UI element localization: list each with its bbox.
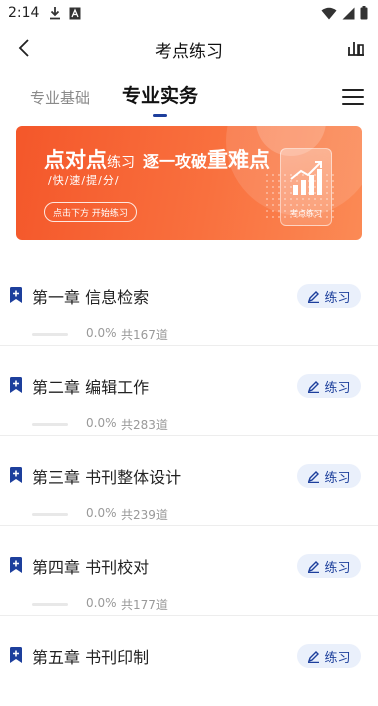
pencil-icon: [308, 650, 320, 663]
progress-percent: 0.0%: [86, 596, 117, 610]
progress-bar: [32, 603, 68, 606]
pencil-icon: [308, 470, 320, 483]
status-time: 2:14: [8, 5, 40, 21]
pencil-icon: [308, 560, 320, 573]
menu-icon: [342, 89, 364, 91]
promo-banner[interactable]: 点对点练习 逐一攻破重难点 /快/速/提/分/ 点击下方 开始练习 考点练习: [16, 126, 362, 240]
practice-button[interactable]: 练习: [297, 554, 361, 578]
question-count: 共177道: [121, 598, 168, 612]
progress-bar: [32, 423, 68, 426]
chapter-title: 第五章 书刊印制: [32, 648, 150, 667]
pencil-icon: [308, 380, 320, 393]
practice-button[interactable]: 练习: [297, 284, 361, 308]
practice-label: 练习: [324, 380, 351, 396]
bookmark-plus-icon: [10, 287, 22, 303]
tab-professional-practice[interactable]: 专业实务: [122, 81, 198, 117]
list-item[interactable]: 第三章 书刊整体设计 0.0% 共239道 练习: [0, 436, 378, 526]
progress-percent: 0.0%: [86, 416, 117, 430]
download-icon: [50, 7, 61, 20]
banner-card: 考点练习: [280, 148, 332, 226]
question-count: 共239道: [121, 508, 168, 522]
banner-headline: 点对点练习 逐一攻破重难点: [44, 148, 271, 172]
progress-percent: 0.0%: [86, 506, 117, 520]
practice-label: 练习: [324, 560, 351, 576]
banner-start-button[interactable]: 点击下方 开始练习: [44, 202, 137, 222]
list-item[interactable]: 第一章 信息检索 0.0% 共167道 练习: [0, 256, 378, 346]
tab-bar: 专业基础 专业实务: [0, 78, 378, 118]
practice-button[interactable]: 练习: [297, 464, 361, 488]
bookmark-plus-icon: [10, 557, 22, 573]
practice-button[interactable]: 练习: [297, 644, 361, 668]
progress-percent: 0.0%: [86, 326, 117, 340]
bar-chart-icon: [348, 42, 364, 56]
menu-button[interactable]: [342, 86, 364, 108]
chapter-title: 第三章 书刊整体设计: [32, 468, 182, 487]
bookmark-plus-icon: [10, 467, 22, 483]
chapter-title: 第二章 编辑工作: [32, 378, 150, 397]
bookmark-plus-icon: [10, 647, 22, 663]
question-count: 共167道: [121, 328, 168, 342]
practice-label: 练习: [324, 290, 351, 306]
practice-button[interactable]: 练习: [297, 374, 361, 398]
tab-label: 专业基础: [30, 89, 91, 107]
list-item[interactable]: 第五章 书刊印制 练习: [0, 616, 378, 706]
practice-label: 练习: [324, 470, 351, 486]
wifi-icon: [321, 7, 337, 19]
battery-icon: [360, 6, 368, 20]
chapter-title: 第四章 书刊校对: [32, 558, 150, 577]
tab-label: 专业实务: [122, 85, 199, 107]
progress-bar: [32, 333, 68, 336]
chapter-title: 第一章 信息检索: [32, 288, 150, 307]
status-bar: 2:14: [0, 0, 378, 26]
list-item[interactable]: 第四章 书刊校对 0.0% 共177道 练习: [0, 526, 378, 616]
nav-bar: 考点练习: [0, 28, 378, 68]
list-item[interactable]: 第二章 编辑工作 0.0% 共283道 练习: [0, 346, 378, 436]
question-count: 共283道: [121, 418, 168, 432]
banner-card-label: 考点练习: [290, 209, 322, 218]
banner-subtitle: /快/速/提/分/: [48, 174, 120, 187]
trend-chart-icon: [290, 161, 322, 195]
bookmark-plus-icon: [10, 377, 22, 393]
font-a-icon: [69, 7, 81, 19]
stats-button[interactable]: [344, 36, 368, 60]
practice-label: 练习: [324, 650, 351, 666]
pencil-icon: [308, 290, 320, 303]
progress-bar: [32, 513, 68, 516]
signal-icon: [342, 7, 355, 19]
tab-active-indicator: [153, 114, 167, 117]
page-title: 考点练习: [155, 42, 223, 62]
tab-professional-basics[interactable]: 专业基础: [30, 87, 90, 123]
